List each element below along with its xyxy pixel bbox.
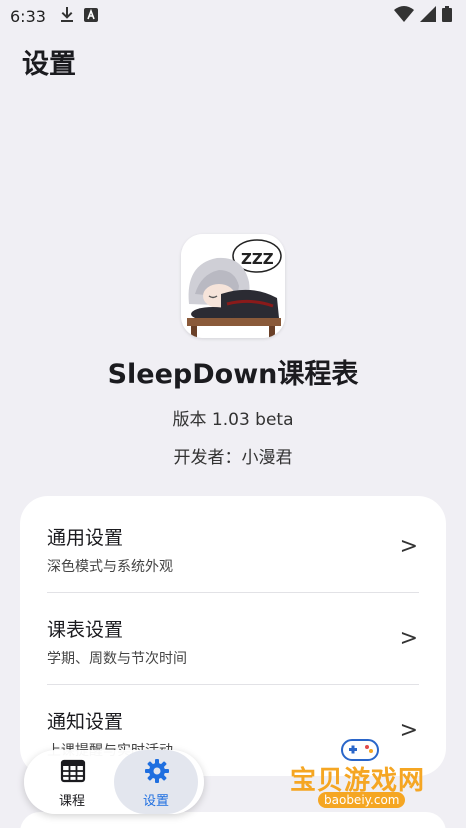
page-title: 设置	[22, 49, 76, 80]
app-notification-icon	[83, 7, 98, 26]
status-notification-icons	[60, 6, 98, 26]
nav-label: 设置	[142, 794, 169, 809]
logo-zzz-text: ZZZ	[241, 250, 274, 268]
wifi-icon	[394, 6, 414, 26]
watermark-logo: 宝贝游戏网 baobeiy.com	[286, 734, 436, 814]
gear-icon	[144, 758, 170, 784]
setting-title: 通知设置	[47, 711, 124, 733]
nav-label: 课程	[58, 794, 85, 809]
next-card-peek	[20, 812, 446, 828]
app-version: 版本 1.03 beta	[172, 410, 294, 430]
app-developer: 开发者：小漫君	[173, 448, 293, 468]
general-settings-item[interactable]: 通用设置 深色模式与系统外观 >	[20, 496, 446, 588]
download-icon	[60, 6, 74, 26]
calendar-grid-icon	[60, 758, 86, 784]
nav-item-settings[interactable]: 设置	[114, 750, 198, 814]
app-name: SleepDown课程表	[107, 359, 359, 390]
nav-item-courses[interactable]: 课程	[30, 750, 114, 814]
status-bar: 6:33	[0, 0, 466, 32]
battery-icon	[442, 6, 452, 26]
watermark-subtext: baobeiy.com	[318, 792, 406, 808]
setting-title: 通用设置	[47, 527, 124, 549]
signal-icon	[420, 6, 436, 26]
setting-subtitle: 深色模式与系统外观	[47, 559, 173, 575]
status-system-icons	[394, 6, 452, 26]
setting-subtitle: 学期、周数与节次时间	[47, 651, 187, 667]
chevron-right-icon: >	[399, 534, 418, 559]
app-logo: ZZZ	[181, 234, 285, 338]
status-time: 6:33	[10, 6, 46, 26]
bottom-nav: 课程 设置	[24, 750, 204, 814]
chevron-right-icon: >	[399, 626, 418, 651]
setting-title: 课表设置	[47, 619, 124, 641]
schedule-settings-item[interactable]: 课表设置 学期、周数与节次时间 >	[20, 588, 446, 680]
